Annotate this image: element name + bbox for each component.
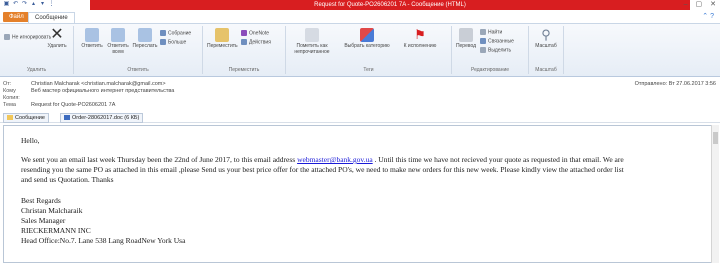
message-body[interactable]: Hello, We sent you an email last week Th… — [3, 125, 713, 263]
flag-icon: ⚑ — [414, 27, 426, 42]
message-attachment-tab[interactable]: Сообщение — [3, 113, 49, 123]
forward-icon — [138, 28, 152, 42]
signature-company: RIECKERMANN INC — [21, 226, 91, 235]
attachments-bar: Сообщение Order-28062017.doc (6 КБ) — [0, 113, 720, 123]
respond-group: Ответить Ответить всем Переслать Собрани… — [74, 26, 203, 74]
body-line-3: and send us Quotation. Thanks — [21, 175, 114, 184]
subject-label: Тема — [3, 102, 16, 108]
zoom-button[interactable]: ⚲ Масштаб — [532, 27, 560, 50]
categorize-button[interactable]: Выбрать категорию — [342, 28, 392, 49]
cc-label: Копия: — [3, 95, 20, 101]
from-value[interactable]: Christian Malcharak <christian.malcharak… — [31, 81, 166, 87]
delete-group: Не игнорировать ✕ Удалить Удалить — [0, 26, 74, 74]
magnifier-icon: ⚲ — [541, 27, 551, 42]
tab-message[interactable]: Сообщение — [28, 12, 75, 23]
actions-button[interactable]: Действия — [241, 39, 271, 45]
select-icon — [480, 47, 486, 53]
greeting: Hello, — [21, 136, 40, 145]
envelope-icon — [7, 115, 13, 121]
translate-icon — [459, 28, 473, 42]
down-arrow-icon[interactable]: ▾ — [39, 1, 46, 8]
sent-label: Отправлено: — [634, 81, 668, 87]
related-icon — [480, 38, 486, 44]
subject-row: Тема Request for Quote-PO2606201 7A — [3, 102, 115, 108]
title-bar: ▣ ↶ ↷ ▴ ▾ ⋮ Request for Quote-PO2606201 … — [0, 0, 720, 11]
cc-row: Копия: — [3, 95, 31, 101]
to-label: Кому — [3, 88, 16, 94]
save-icon[interactable]: ▣ — [3, 1, 10, 8]
move-group-label: Переместить — [228, 67, 260, 73]
reply-icon — [85, 28, 99, 42]
reply-all-icon — [111, 28, 125, 42]
reply-button[interactable]: Ответить — [80, 28, 104, 49]
sent-value: Вт 27.06.2017 3:56 — [668, 81, 716, 87]
customize-icon[interactable]: ⋮ — [48, 1, 55, 8]
maximize-icon[interactable]: ▢ — [696, 0, 703, 10]
to-value[interactable]: Веб мастер официального интернет предста… — [31, 88, 174, 94]
related-button[interactable]: Связанные — [480, 38, 514, 44]
signature-address: Head Office:No.7. Lane 538 Lang RoadNew … — [21, 236, 186, 245]
undo-icon[interactable]: ↶ — [12, 1, 19, 8]
vertical-scrollbar[interactable] — [711, 125, 719, 263]
ribbon: Не игнорировать ✕ Удалить Удалить Ответи… — [0, 24, 720, 77]
ignore-icon — [4, 34, 10, 40]
onenote-icon — [241, 30, 247, 36]
tags-group-label: Теги — [363, 67, 374, 73]
window-controls: – ▢ ✕ — [684, 0, 716, 10]
followup-button[interactable]: ⚑ К исполнению — [398, 27, 442, 50]
respond-group-label: Ответить — [127, 67, 149, 73]
zoom-group: ⚲ Масштаб Масштаб — [529, 26, 564, 74]
more-button[interactable]: Больше — [160, 39, 186, 45]
meeting-button[interactable]: Собрание — [160, 30, 191, 36]
body-line-1: We sent you an email last week Thursday … — [21, 155, 624, 164]
move-group: Переместить OneNote Действия Переместить — [203, 26, 286, 74]
find-button[interactable]: Найти — [480, 29, 502, 35]
help-icon[interactable]: ⌃ ? — [702, 12, 714, 20]
onenote-button[interactable]: OneNote — [241, 30, 269, 36]
tags-group: Пометить как непрочитанное Выбрать катег… — [286, 26, 452, 74]
word-doc-icon — [64, 115, 70, 121]
zoom-group-label: Масштаб — [535, 67, 557, 73]
categorize-icon — [360, 28, 374, 42]
redo-icon[interactable]: ↷ — [21, 1, 28, 8]
delete-group-label: Удалить — [26, 67, 47, 73]
editing-group: Перевод Найти Связанные Выделить Редакти… — [452, 26, 529, 74]
from-label: От: — [3, 81, 12, 87]
select-button[interactable]: Выделить — [480, 47, 511, 53]
doc-attachment[interactable]: Order-28062017.doc (6 КБ) — [60, 113, 144, 123]
signature-title: Sales Manager — [21, 216, 66, 225]
body-line-2: resending you the same PO as attached in… — [21, 165, 624, 174]
signature-name: Christan Malcharaik — [21, 206, 83, 215]
reply-all-button[interactable]: Ответить всем — [105, 28, 131, 55]
up-arrow-icon[interactable]: ▴ — [30, 1, 37, 8]
delete-button[interactable]: ✕ Удалить — [44, 26, 70, 50]
minimize-icon[interactable]: – — [684, 0, 688, 10]
actions-icon — [241, 39, 247, 45]
mark-unread-button[interactable]: Пометить как непрочитанное — [290, 28, 334, 55]
quick-access-toolbar: ▣ ↶ ↷ ▴ ▾ ⋮ — [3, 1, 55, 8]
folder-icon — [215, 28, 229, 42]
tab-file[interactable]: Файл — [3, 12, 30, 22]
delete-x-icon: ✕ — [50, 26, 64, 43]
translate-button[interactable]: Перевод — [454, 28, 478, 49]
envelope-icon — [305, 28, 319, 42]
email-link[interactable]: webmaster@bank.gov.ua — [297, 155, 373, 164]
forward-button[interactable]: Переслать — [132, 28, 158, 49]
scrollbar-thumb[interactable] — [713, 132, 718, 144]
close-icon[interactable]: ✕ — [710, 0, 716, 10]
find-icon — [480, 29, 486, 35]
editing-group-label: Редактирование — [470, 67, 510, 73]
subject-value: Request for Quote-PO2606201 7A — [31, 102, 116, 108]
calendar-icon — [160, 30, 166, 36]
sent-info: Отправлено: Вт 27.06.2017 3:56 — [635, 81, 716, 87]
ribbon-tabs: Файл Сообщение ⌃ ? — [0, 11, 720, 24]
window-title: Request for Quote-PO2606201 7A - Сообщен… — [90, 0, 690, 10]
from-row: От: Christian Malcharak <christian.malcha… — [3, 81, 166, 87]
more-icon — [160, 39, 166, 45]
move-button[interactable]: Переместить — [207, 28, 238, 49]
signature-regards: Best Regards — [21, 196, 61, 205]
to-row: Кому Веб мастер официального интернет пре… — [3, 88, 174, 94]
